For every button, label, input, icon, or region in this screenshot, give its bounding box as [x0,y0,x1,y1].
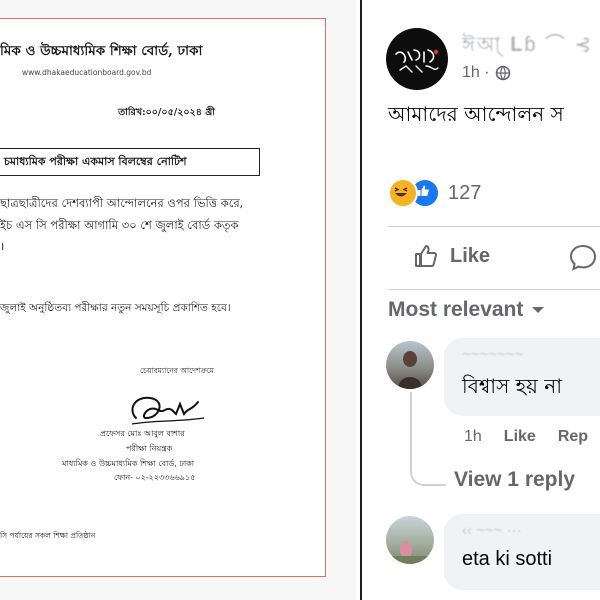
divider [388,226,600,227]
comment-text: বিশ্বাস হয় না [462,374,563,398]
commenter-avatar[interactable] [386,341,434,389]
notice-by-order: চেয়ারম্যানের আদেশক্রমে [140,366,214,375]
post-text: আমাদের আন্দোলন স [388,102,564,126]
signatory-name: প্রফেসর মোঃ আবুল বাশার [100,429,185,438]
comment-actions: 1h Like Rep [464,428,588,446]
sort-label: Most relevant [388,298,524,321]
comment-like-button[interactable]: Like [504,428,536,446]
notice-copy-to: সি পর্যায়ের সকল শিক্ষা প্রতিষ্ঠান [0,531,96,540]
notice-image: মিক ও উচ্চমাধ্যমিক শিক্ষা বোর্ড, ঢাকা ww… [0,0,356,600]
comment-time[interactable]: 1h [464,428,482,446]
comment-icon [569,244,597,271]
comment-bubble: ~~~~~~~ বিশ্বাস হয় না [444,338,600,416]
comment-text: eta ki sotti [462,548,553,570]
comment-reply-button[interactable]: Rep [558,428,588,446]
comment-bubble: ‹‹ ~~~ ··· eta ki sotti [444,514,600,590]
comment-sort-dropdown[interactable]: Most relevant [388,298,545,322]
facebook-post: ঈআ্ 𝐋ɓ ⌒ ⊰ ♪ 1h · আমাদের আন্দোলন স 127 L… [362,0,600,600]
commenter-avatar[interactable] [386,516,434,564]
signatory-title: পরীক্ষা নিয়ন্ত্রক [126,444,173,453]
post-meta: 1h · [462,64,511,82]
notice-subject: চমাধ্যমিক পরীক্ষা একমাস বিলম্বের নোটিশ [4,155,187,168]
post-time[interactable]: 1h · [462,64,490,82]
commenter-name[interactable]: ‹‹ ~~~ ··· [462,522,522,539]
like-button-label: Like [450,244,491,267]
chevron-down-icon [532,307,545,313]
globe-icon [495,65,510,81]
author-avatar[interactable] [386,28,448,90]
notice-body-line: ছাত্রছাত্রীদের দেশব্যাপী আন্দোলনের ওপর ভ… [0,196,244,210]
signatory-org: মাধ্যমিক ও উচ্চমাধ্যমিক শিক্ষা বোর্ড, ঢা… [62,459,195,468]
signature [131,396,205,425]
comment-button[interactable] [568,242,598,272]
notice-body-line: । [0,239,5,253]
divider [388,289,600,290]
reply-thread-line [410,392,446,486]
post-author-name[interactable]: ঈআ্ 𝐋ɓ ⌒ ⊰ ♪ [462,28,600,63]
notice-board-name: মিক ও উচ্চমাধ্যমিক শিক্ষা বোর্ড, ঢাকা [0,43,203,59]
haha-reaction-icon [388,178,418,208]
notice-body-line: জুলাই অনুষ্ঠিতব্য পরীক্ষার নতুন সময়সূচি… [0,302,231,314]
page-logo [395,49,439,73]
notice-document-border [0,18,326,577]
reaction-summary[interactable]: 127 [388,178,481,208]
like-button[interactable]: Like [412,242,490,270]
thumbs-up-icon [415,245,438,267]
commenter-name[interactable]: ~~~~~~~ [462,346,523,363]
view-replies-button[interactable]: View 1 reply [454,468,575,492]
notice-website: www.dhakaeducationboard.gov.bd [22,68,152,77]
signatory-phone: ফোন- ০২-২২৩৩৬৬৯১৫ [114,473,196,482]
reaction-count: 127 [448,181,482,204]
notice-body-line: ইচ এস সি পরীক্ষা আগামি ৩০ শে জুলাই বোর্ড… [0,218,239,232]
notice-date: তারিখ:০০/০৫/২০২৪ খ্রী [118,107,215,118]
